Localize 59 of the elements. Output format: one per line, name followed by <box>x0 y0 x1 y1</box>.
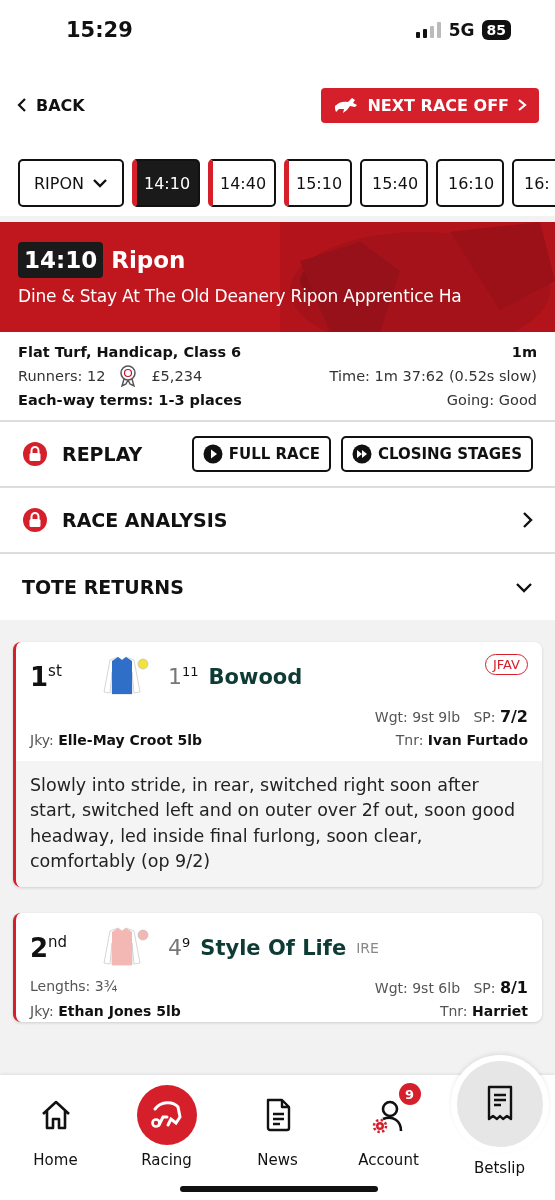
replay-button[interactable]: FULL RACE <box>191 436 331 472</box>
race-time-tab[interactable]: 16: <box>512 159 555 207</box>
weight-and-price: Wgt: 9st 6lb SP: 8/1 <box>374 977 528 997</box>
runner-card[interactable]: 2$^{nd}$ 4$^{9}$ Style Of Life IRE Lengths: 3¾ Wgt: 9st 6lb SP: 8/1 Jky: Ethan Jones 5lb Tnr: Harriet <box>13 912 542 1022</box>
horse-name: Bowood <box>208 665 303 689</box>
trainer-name: Tnr: Ivan Furtado <box>395 732 528 748</box>
nav-tab[interactable]: 9 Account <box>333 1085 444 1169</box>
course-name: Ripon <box>111 247 186 273</box>
status-time: 15:29 <box>66 18 133 42</box>
back-chevron-icon <box>16 97 28 113</box>
battery-level: 85 <box>481 20 511 40</box>
saddle-number: 1$^{11}$ <box>168 664 199 690</box>
race-time-tab[interactable]: 14:10 <box>132 159 200 207</box>
race-time-tab[interactable]: 15:10 <box>284 159 352 207</box>
nav-tab[interactable]: Home <box>0 1085 111 1169</box>
finish-position: 1$^{st}$ <box>30 662 63 692</box>
race-analysis-row[interactable]: RACE ANALYSIS <box>0 488 555 554</box>
next-race-button[interactable]: NEXT RACE OFF <box>321 87 539 123</box>
jockey-name: Jky: Ethan Jones 5lb <box>30 1002 181 1019</box>
each-way-terms: Each-way terms: 1-3 places <box>18 392 242 408</box>
runners-count: Runners: 12 <box>18 368 106 384</box>
race-time-tab[interactable]: 14:40 <box>208 159 276 207</box>
back-button[interactable]: BACK <box>16 95 85 115</box>
nav-tab[interactable]: Betslip <box>444 1055 555 1177</box>
trainer-name: Tnr: Harriet <box>439 1002 528 1019</box>
nav-tab[interactable]: Racing <box>111 1085 222 1169</box>
race-type: Flat Turf, Handicap, Class 6 <box>18 344 242 360</box>
signal-icon <box>415 22 442 38</box>
fast-forward-icon <box>351 444 372 464</box>
lengths-beaten: Lengths: 3¾ <box>30 977 118 994</box>
finish-position: 2$^{nd}$ <box>30 932 69 963</box>
going: Going: Good <box>446 392 537 408</box>
replay-button[interactable]: CLOSING STAGES <box>340 436 533 472</box>
race-time-badge: 14:10 <box>18 242 104 278</box>
course-dropdown[interactable]: RIPON <box>18 159 124 207</box>
race-time-tab[interactable]: 16:10 <box>436 159 504 207</box>
chevron-right-icon <box>517 98 527 112</box>
network-label: 5G <box>448 20 475 40</box>
rosette-icon <box>119 365 138 387</box>
replay-label: REPLAY <box>62 443 143 465</box>
race-distance: 1m <box>511 344 537 360</box>
runner-card[interactable] <box>13 642 542 887</box>
chevron-down-icon <box>92 178 108 188</box>
race-time-result: Time: 1m 37:62 (0.52s slow) <box>329 368 537 384</box>
horse-country: IRE <box>356 939 379 956</box>
chevron-down-icon <box>515 581 533 593</box>
notification-badge: 9 <box>398 1083 421 1105</box>
tote-returns-row[interactable]: TOTE RETURNS <box>0 554 555 620</box>
race-title: Dine & Stay At The Old Deanery Ripon Apprentice Ha <box>18 286 463 306</box>
play-icon <box>202 444 223 464</box>
weight-and-price: Wgt: 9st 9lb SP: 7/2 <box>374 707 528 726</box>
chevron-right-icon <box>521 511 533 529</box>
prize-money: £5,234 <box>151 368 203 384</box>
nav-tab[interactable]: News <box>222 1085 333 1169</box>
horse-name: Style Of Life <box>200 935 347 960</box>
jockey-name: Jky: Elle-May Croot 5lb <box>30 732 203 748</box>
race-time-tab[interactable]: 15:40 <box>360 159 428 207</box>
race-comment: Slowly into stride, in rear, switched right soon after start, switched left and on outer over 2f out, soon good headway, led inside final furlong, soon clear, comfortably (op 9/2) <box>16 761 542 887</box>
saddle-number: 4$^{9}$ <box>168 934 191 961</box>
